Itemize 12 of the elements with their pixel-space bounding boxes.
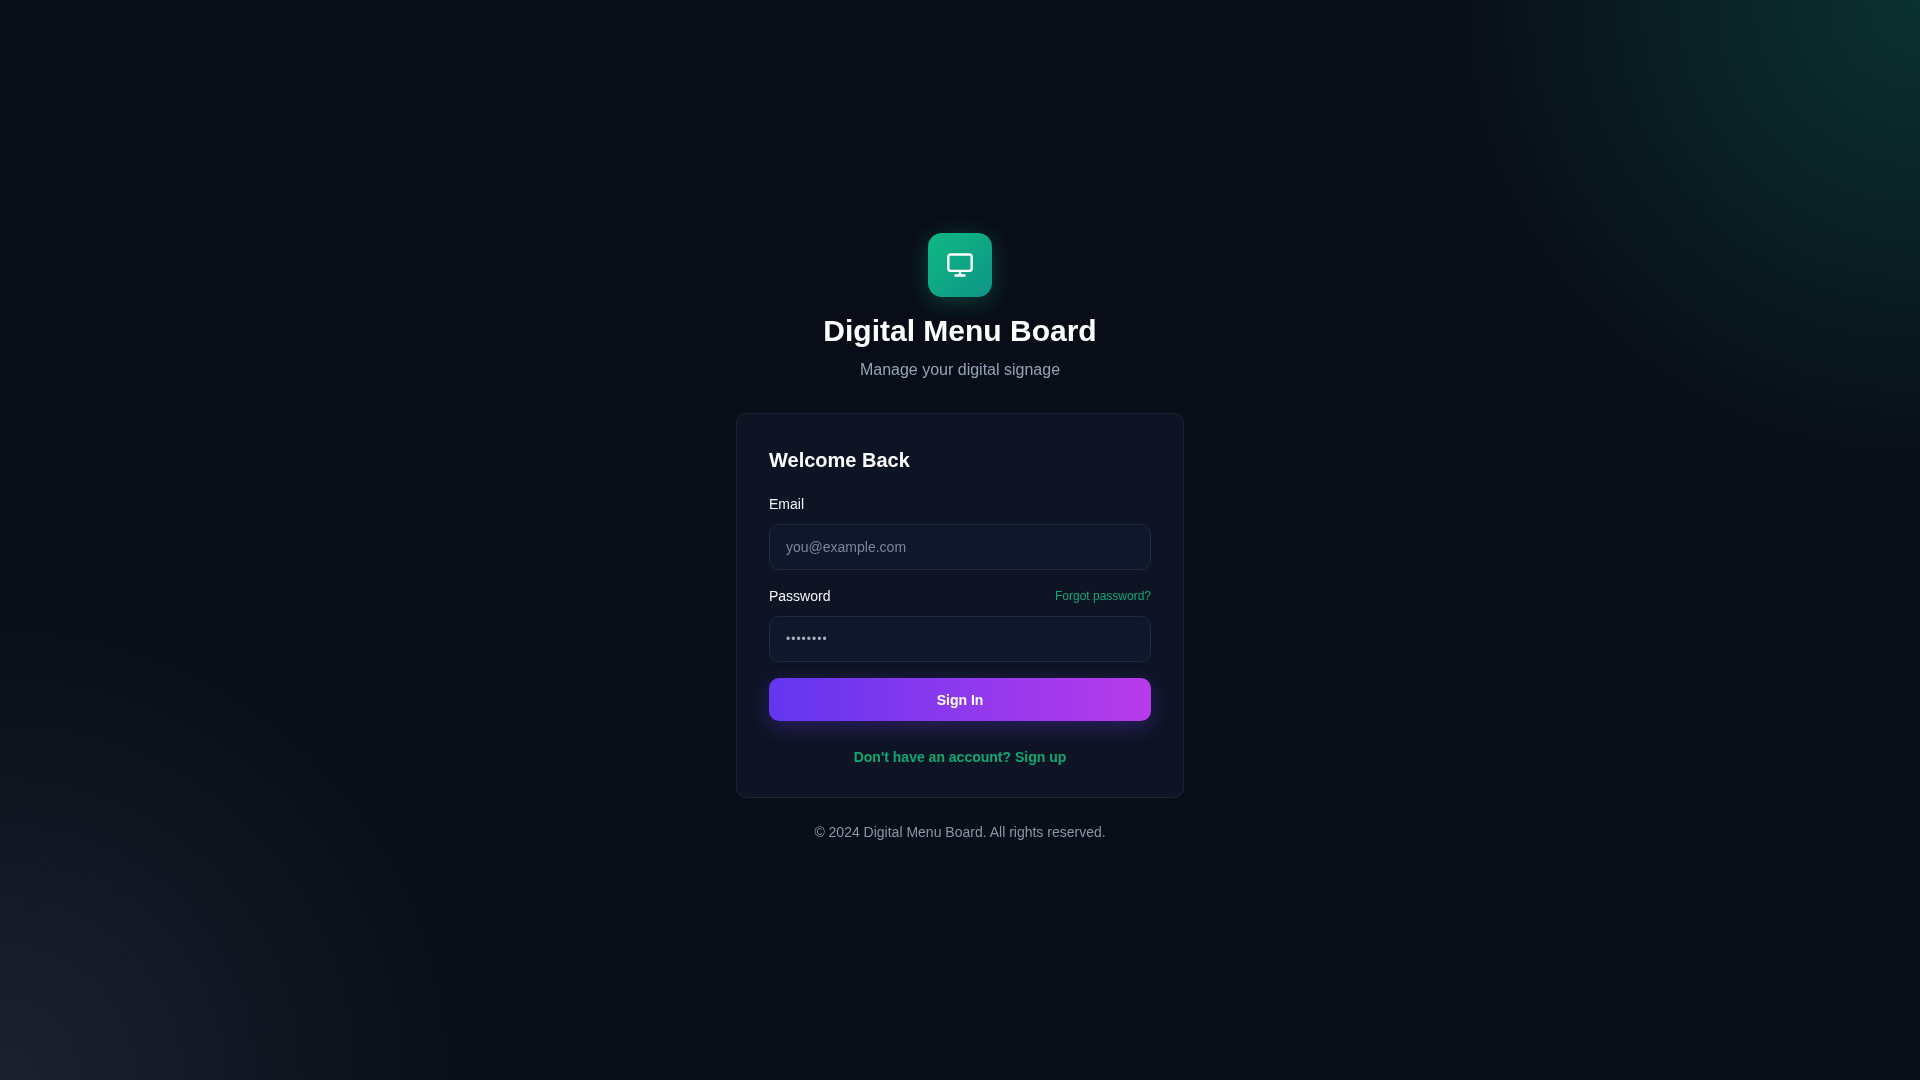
field-label: Email <box>769 495 804 514</box>
sign-in-button[interactable]: Sign In <box>769 678 1151 721</box>
app-title: Digital Menu Board <box>823 313 1097 349</box>
field-label: Password <box>769 587 831 606</box>
copyright-text: © 2024 Digital Menu Board. All rights reserved. <box>814 824 1106 840</box>
forgot-password-link[interactable]: Forgot password? <box>1054 589 1151 603</box>
app-subtitle: Manage your digital signage <box>859 360 1061 380</box>
sign-up-link[interactable]: Don't have an account? Sign up <box>853 749 1067 765</box>
card-title: Welcome Back <box>769 448 911 473</box>
email-field[interactable]: you@example.com <box>769 524 1151 570</box>
monitor-logo-icon <box>928 233 992 297</box>
password-field[interactable]: •••••••• <box>769 616 1151 662</box>
